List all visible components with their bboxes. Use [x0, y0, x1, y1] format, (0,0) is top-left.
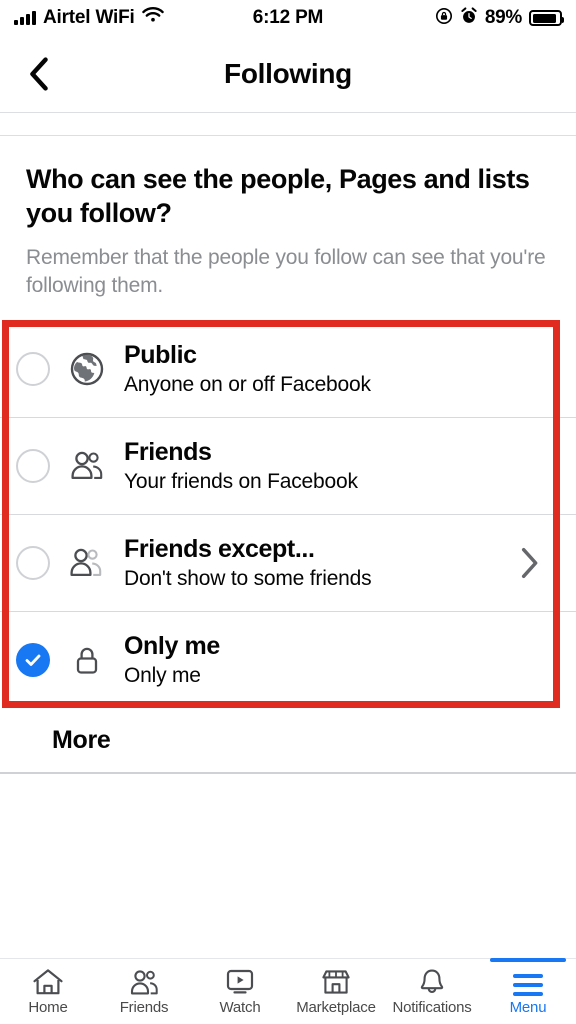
question-subtitle: Remember that the people you follow can … [26, 246, 546, 297]
active-tab-indicator [489, 958, 567, 962]
nav-label-home: Home [28, 998, 68, 1016]
friends-icon [127, 968, 161, 996]
option-friends-except-label: Friends except... [124, 535, 315, 563]
more-label: More [52, 725, 111, 754]
option-public-description: Anyone on or off Facebook [124, 372, 371, 396]
nav-item-home[interactable]: Home [0, 959, 96, 1024]
radio-public[interactable] [16, 351, 50, 386]
audience-options-section: Public Anyone on or off Facebook Friends… [0, 320, 576, 708]
nav-label-friends: Friends [119, 998, 169, 1016]
hamburger-menu-icon [513, 968, 543, 996]
more-row[interactable]: More [0, 708, 576, 772]
watch-play-icon [224, 968, 256, 996]
option-friends-description: Your friends on Facebook [124, 470, 358, 493]
nav-item-friends[interactable]: Friends [96, 959, 192, 1024]
status-bar-right: 89% [435, 0, 564, 36]
option-only-me[interactable]: Only me Only me [0, 611, 576, 708]
back-button[interactable] [22, 57, 56, 91]
option-public-text: Public Anyone on or off Facebook [124, 340, 556, 398]
chevron-left-icon [30, 57, 48, 91]
option-friends[interactable]: Friends Your friends on Facebook [0, 417, 576, 514]
nav-item-menu[interactable]: Menu [480, 958, 576, 1024]
lock-icon [64, 637, 110, 683]
battery-percent-label: 89% [484, 7, 522, 28]
nav-item-watch[interactable]: Watch [192, 959, 288, 1024]
bell-icon [417, 968, 447, 996]
radio-only-me[interactable] [16, 643, 50, 677]
option-friends-label: Friends [124, 438, 212, 466]
marketplace-store-icon [320, 968, 352, 996]
option-friends-except-text: Friends except... Don't show to some fri… [124, 534, 516, 592]
clock-label: 6:12 PM [252, 7, 324, 28]
home-icon [32, 968, 64, 996]
option-friends-text: Friends Your friends on Facebook [124, 437, 556, 495]
friends-except-icon [64, 540, 110, 586]
nav-item-notifications[interactable]: Notifications [384, 959, 480, 1024]
question-block: Who can see the people, Pages and lists … [0, 136, 576, 320]
option-friends-except[interactable]: Friends except... Don't show to some fri… [0, 514, 576, 611]
option-only-me-label: Only me [124, 632, 220, 660]
chevron-right-icon[interactable] [516, 547, 542, 579]
status-bar: Airtel WiFi 6:12 PM 89% [0, 0, 576, 36]
option-friends-except-description: Don't show to some friends [124, 567, 372, 590]
question-title: Who can see the people, Pages and lists … [26, 164, 530, 228]
bottom-navigation-bar: Home Friends Watch Marketplace Notificat… [0, 958, 576, 1024]
phone-screen: Airtel WiFi 6:12 PM 89% Following Who ca… [0, 0, 576, 1024]
radio-friends[interactable] [16, 449, 50, 483]
content-filler [0, 774, 576, 958]
nav-label-notifications: Notifications [392, 998, 472, 1016]
nav-label-marketplace: Marketplace [296, 998, 376, 1016]
spacer-band [0, 113, 576, 135]
friends-icon [64, 443, 110, 489]
option-only-me-description: Only me [124, 664, 201, 687]
battery-icon [529, 10, 564, 26]
radio-friends-except[interactable] [16, 546, 50, 580]
alarm-clock-icon [460, 6, 478, 30]
audience-options-list: Public Anyone on or off Facebook Friends… [0, 320, 576, 708]
nav-item-marketplace[interactable]: Marketplace [288, 959, 384, 1024]
page-header: Following [0, 36, 576, 112]
nav-label-menu: Menu [509, 998, 547, 1016]
rotation-lock-icon [435, 7, 453, 30]
globe-icon [64, 346, 110, 392]
page-title: Following [224, 58, 352, 89]
option-public[interactable]: Public Anyone on or off Facebook [0, 320, 576, 417]
option-only-me-text: Only me Only me [124, 631, 556, 689]
check-icon [25, 654, 41, 666]
nav-label-watch: Watch [219, 998, 261, 1016]
option-public-label: Public [124, 340, 197, 369]
